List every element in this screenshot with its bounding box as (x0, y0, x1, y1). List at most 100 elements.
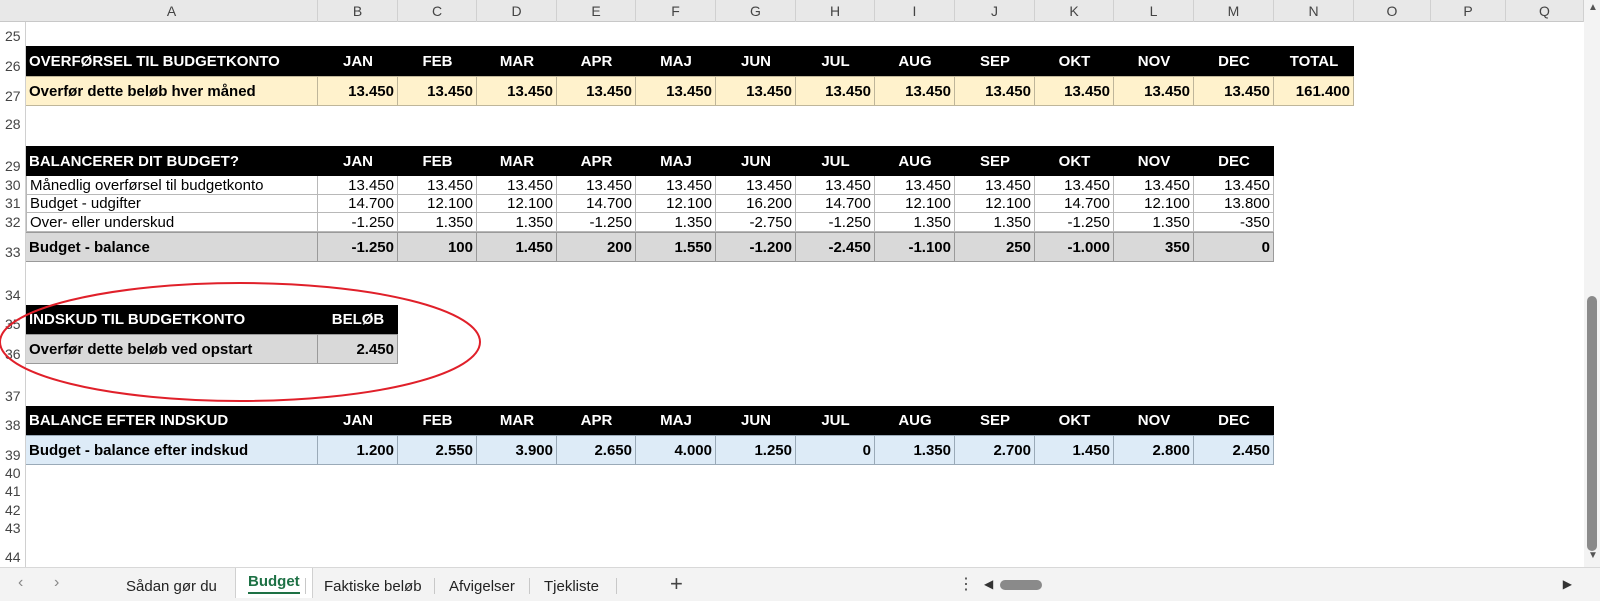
add-sheet-button[interactable]: + (670, 571, 683, 597)
transfer-header-row-cell-n[interactable]: TOTAL (1274, 46, 1354, 76)
after-deposit-balance-row-cell-a[interactable]: Budget - balance efter indskud (26, 435, 318, 465)
monthly-transfer-row-cell-m[interactable]: 13.450 (1194, 176, 1274, 195)
surplus-deficit-row-cell-g[interactable]: -2.750 (716, 213, 796, 232)
budget-balance-row-cell-f[interactable]: 1.550 (636, 232, 716, 262)
after-deposit-header-row-cell-a[interactable]: BALANCE EFTER INDSKUD (26, 406, 318, 435)
column-header-j[interactable]: J (955, 0, 1035, 22)
budget-balance-row-cell-k[interactable]: -1.000 (1035, 232, 1114, 262)
row-header-29[interactable]: 29 (0, 158, 26, 175)
after-deposit-balance-row-cell-c[interactable]: 2.550 (398, 435, 477, 465)
monthly-transfer-row-cell-d[interactable]: 13.450 (477, 176, 557, 195)
monthly-transfer-row-cell-i[interactable]: 13.450 (875, 176, 955, 195)
row-header-25[interactable]: 25 (0, 28, 26, 45)
row-header-37[interactable]: 37 (0, 388, 26, 405)
budget-expenses-row-cell-j[interactable]: 12.100 (955, 195, 1035, 213)
surplus-deficit-row-cell-d[interactable]: 1.350 (477, 213, 557, 232)
row-header-42[interactable]: 42 (0, 502, 26, 519)
after-deposit-header-row-cell-c[interactable]: FEB (398, 406, 477, 435)
surplus-deficit-row-cell-h[interactable]: -1.250 (796, 213, 875, 232)
deposit-header-row-cell-b[interactable]: BELØB (318, 305, 398, 334)
transfer-header-row-cell-f[interactable]: MAJ (636, 46, 716, 76)
row-header-33[interactable]: 33 (0, 244, 26, 261)
column-header-l[interactable]: L (1114, 0, 1194, 22)
surplus-deficit-row-cell-l[interactable]: 1.350 (1114, 213, 1194, 232)
monthly-transfer-row-cell-l[interactable]: 13.450 (1114, 176, 1194, 195)
surplus-deficit-row-cell-a[interactable]: Over- eller underskud (26, 213, 318, 232)
deposit-header-row-cell-a[interactable]: INDSKUD TIL BUDGETKONTO (26, 305, 318, 334)
budget-expenses-row-cell-d[interactable]: 12.100 (477, 195, 557, 213)
after-deposit-header-row-cell-l[interactable]: NOV (1114, 406, 1194, 435)
balance-header-row-cell-k[interactable]: OKT (1035, 146, 1114, 176)
transfer-amount-row-cell-k[interactable]: 13.450 (1035, 76, 1114, 106)
horizontal-scrollbar[interactable]: ◀ ▶ (984, 577, 1572, 593)
row-header-41[interactable]: 41 (0, 483, 26, 500)
scroll-left-icon[interactable]: ◀ (984, 577, 993, 591)
after-deposit-balance-row-cell-b[interactable]: 1.200 (318, 435, 398, 465)
budget-balance-row-cell-e[interactable]: 200 (557, 232, 636, 262)
column-header-o[interactable]: O (1354, 0, 1431, 22)
budget-expenses-row-cell-b[interactable]: 14.700 (318, 195, 398, 213)
transfer-header-row-cell-l[interactable]: NOV (1114, 46, 1194, 76)
transfer-header-row-cell-j[interactable]: SEP (955, 46, 1035, 76)
surplus-deficit-row-cell-c[interactable]: 1.350 (398, 213, 477, 232)
transfer-amount-row-cell-d[interactable]: 13.450 (477, 76, 557, 106)
budget-expenses-row-cell-a[interactable]: Budget - udgifter (26, 195, 318, 213)
balance-header-row-cell-l[interactable]: NOV (1114, 146, 1194, 176)
transfer-header-row-cell-h[interactable]: JUL (796, 46, 875, 76)
budget-balance-row-cell-g[interactable]: -1.200 (716, 232, 796, 262)
row-header-27[interactable]: 27 (0, 88, 26, 105)
column-header-p[interactable]: P (1431, 0, 1506, 22)
transfer-header-row-cell-i[interactable]: AUG (875, 46, 955, 76)
after-deposit-header-row-cell-b[interactable]: JAN (318, 406, 398, 435)
after-deposit-balance-row-cell-l[interactable]: 2.800 (1114, 435, 1194, 465)
budget-expenses-row-cell-l[interactable]: 12.100 (1114, 195, 1194, 213)
transfer-amount-row-cell-c[interactable]: 13.450 (398, 76, 477, 106)
budget-balance-row-cell-a[interactable]: Budget - balance (26, 232, 318, 262)
column-header-f[interactable]: F (636, 0, 716, 22)
balance-header-row-cell-g[interactable]: JUN (716, 146, 796, 176)
row-header-34[interactable]: 34 (0, 287, 26, 304)
next-sheet-icon[interactable]: › (54, 574, 59, 592)
surplus-deficit-row-cell-e[interactable]: -1.250 (557, 213, 636, 232)
column-header-c[interactable]: C (398, 0, 477, 22)
surplus-deficit-row-cell-m[interactable]: -350 (1194, 213, 1274, 232)
transfer-amount-row-cell-e[interactable]: 13.450 (557, 76, 636, 106)
monthly-transfer-row-cell-j[interactable]: 13.450 (955, 176, 1035, 195)
surplus-deficit-row-cell-k[interactable]: -1.250 (1035, 213, 1114, 232)
budget-expenses-row-cell-h[interactable]: 14.700 (796, 195, 875, 213)
balance-header-row-cell-f[interactable]: MAJ (636, 146, 716, 176)
budget-balance-row-cell-j[interactable]: 250 (955, 232, 1035, 262)
scroll-down-icon[interactable]: ▼ (1588, 550, 1598, 561)
row-header-44[interactable]: 44 (0, 549, 26, 566)
transfer-amount-row-cell-f[interactable]: 13.450 (636, 76, 716, 106)
budget-balance-row-cell-l[interactable]: 350 (1114, 232, 1194, 262)
budget-expenses-row-cell-g[interactable]: 16.200 (716, 195, 796, 213)
after-deposit-balance-row-cell-g[interactable]: 1.250 (716, 435, 796, 465)
row-header-31[interactable]: 31 (0, 195, 26, 212)
monthly-transfer-row-cell-b[interactable]: 13.450 (318, 176, 398, 195)
row-header-40[interactable]: 40 (0, 465, 26, 482)
prev-sheet-icon[interactable]: ‹ (18, 574, 23, 592)
row-header-26[interactable]: 26 (0, 58, 26, 75)
column-header-d[interactable]: D (477, 0, 557, 22)
column-header-a[interactable]: A (26, 0, 318, 22)
balance-header-row-cell-e[interactable]: APR (557, 146, 636, 176)
column-header-e[interactable]: E (557, 0, 636, 22)
budget-balance-row-cell-b[interactable]: -1.250 (318, 232, 398, 262)
column-header-q[interactable]: Q (1506, 0, 1584, 22)
after-deposit-balance-row-cell-h[interactable]: 0 (796, 435, 875, 465)
column-header-k[interactable]: K (1035, 0, 1114, 22)
after-deposit-balance-row-cell-m[interactable]: 2.450 (1194, 435, 1274, 465)
transfer-amount-row-cell-a[interactable]: Overfør dette beløb hver måned (26, 76, 318, 106)
transfer-amount-row-cell-i[interactable]: 13.450 (875, 76, 955, 106)
budget-balance-row-cell-d[interactable]: 1.450 (477, 232, 557, 262)
budget-balance-row-cell-c[interactable]: 100 (398, 232, 477, 262)
monthly-transfer-row-cell-g[interactable]: 13.450 (716, 176, 796, 195)
transfer-amount-row-cell-h[interactable]: 13.450 (796, 76, 875, 106)
after-deposit-balance-row-cell-d[interactable]: 3.900 (477, 435, 557, 465)
budget-balance-row-cell-m[interactable]: 0 (1194, 232, 1274, 262)
budget-expenses-row-cell-f[interactable]: 12.100 (636, 195, 716, 213)
after-deposit-balance-row-cell-j[interactable]: 2.700 (955, 435, 1035, 465)
transfer-amount-row-cell-j[interactable]: 13.450 (955, 76, 1035, 106)
after-deposit-header-row-cell-f[interactable]: MAJ (636, 406, 716, 435)
